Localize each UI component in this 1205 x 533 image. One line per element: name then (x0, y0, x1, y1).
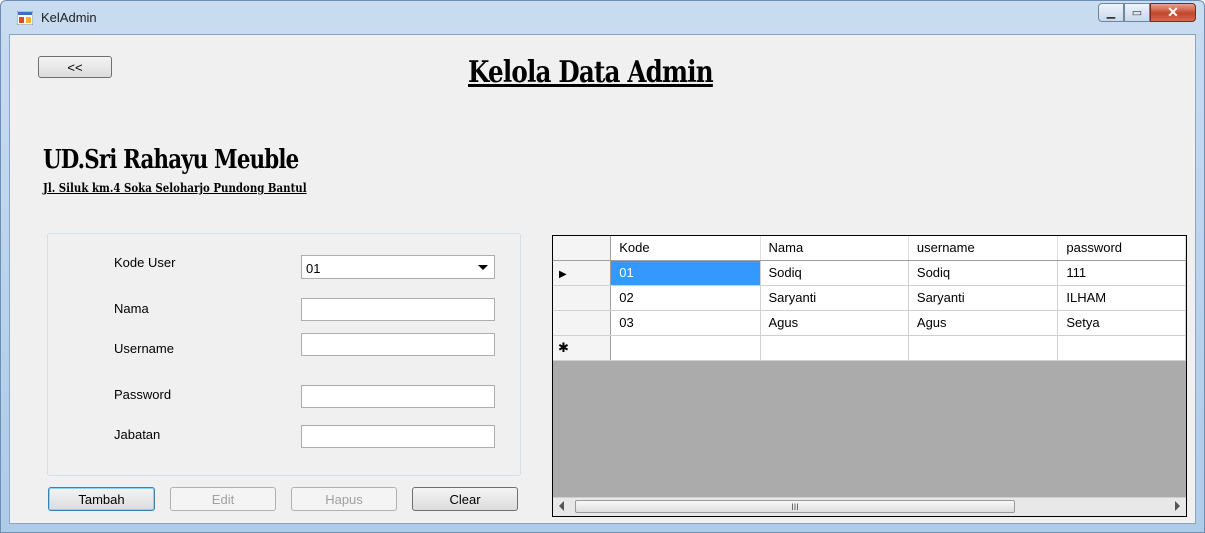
tambah-button[interactable]: Tambah (48, 487, 155, 511)
new-row-marker: ✱ (558, 339, 569, 355)
username-label: Username (114, 341, 174, 356)
nama-label: Nama (114, 301, 149, 316)
column-header-nama[interactable]: Nama (760, 236, 909, 261)
form-client-area: << Kelola Data Admin UD.Sri Rahayu Meubl… (9, 34, 1196, 524)
table-cell[interactable]: Agus (908, 310, 1059, 336)
maximize-button[interactable]: ▭ (1124, 3, 1150, 22)
minimize-button[interactable]: ▁ (1098, 3, 1124, 22)
nama-input[interactable] (301, 298, 495, 321)
table-cell[interactable] (610, 335, 761, 361)
app-window: KelAdmin ▁ ▭ ✕ << Kelola Data Admin UD.S… (0, 0, 1205, 533)
row-header[interactable] (553, 310, 612, 336)
minimize-icon: ▁ (1106, 7, 1116, 19)
hapus-button[interactable]: Hapus (291, 487, 397, 511)
grid-table: Kode Nama username password ▶ 01 Sodiq S… (553, 236, 1186, 361)
company-address: Jl. Siluk km.4 Soka Seloharjo Pundong Ba… (43, 181, 307, 195)
jabatan-input[interactable] (301, 425, 495, 448)
grid-header-row: Kode Nama username password (553, 236, 1186, 261)
new-row-asterisk-icon[interactable]: ✱ (553, 335, 612, 361)
jabatan-label: Jabatan (114, 427, 161, 442)
current-row-indicator-icon[interactable]: ▶ (553, 260, 612, 286)
table-row[interactable]: 02 Saryanti Saryanti ILHAM (553, 285, 1186, 311)
edit-button[interactable]: Edit (170, 487, 276, 511)
table-cell[interactable]: ILHAM (1057, 285, 1186, 311)
chevron-down-icon[interactable] (478, 265, 488, 270)
close-button[interactable]: ✕ (1150, 3, 1196, 22)
close-icon: ✕ (1167, 4, 1179, 20)
new-row[interactable]: ✱ (553, 335, 1186, 361)
table-cell[interactable] (760, 335, 909, 361)
column-header-password[interactable]: password (1057, 236, 1186, 261)
table-cell[interactable]: 111 (1057, 260, 1186, 286)
horizontal-scrollbar[interactable]: III (553, 497, 1186, 516)
column-header-username[interactable]: username (908, 236, 1059, 261)
table-cell[interactable]: 01 (610, 260, 761, 286)
table-cell[interactable] (1057, 335, 1186, 361)
password-label: Password (114, 387, 172, 402)
table-cell[interactable]: 02 (610, 285, 761, 311)
title-bar: KelAdmin ▁ ▭ ✕ (1, 1, 1204, 35)
table-cell[interactable]: Sodiq (760, 260, 909, 286)
kode-user-value: 01 (306, 261, 321, 276)
table-cell[interactable]: Agus (760, 310, 909, 336)
row-header[interactable] (553, 285, 612, 311)
column-header-kode[interactable]: Kode (610, 236, 761, 261)
table-cell[interactable] (908, 335, 1059, 361)
table-cell[interactable]: Saryanti (908, 285, 1059, 311)
scroll-grip-icon: III (791, 501, 799, 512)
page-title: Kelola Data Admin (468, 55, 714, 90)
clear-button[interactable]: Clear (412, 487, 518, 511)
table-cell[interactable]: Sodiq (908, 260, 1059, 286)
row-marker: ▶ (559, 269, 567, 280)
maximize-icon: ▭ (1131, 7, 1143, 19)
password-input[interactable] (301, 385, 495, 408)
scroll-right-icon[interactable] (1175, 501, 1180, 511)
admin-data-grid[interactable]: Kode Nama username password ▶ 01 Sodiq S… (552, 235, 1187, 517)
window-title: KelAdmin (41, 10, 97, 25)
scroll-thumb[interactable]: III (575, 500, 1015, 513)
table-cell[interactable]: Setya (1057, 310, 1186, 336)
username-input[interactable] (301, 333, 495, 356)
back-button[interactable]: << (38, 56, 112, 78)
table-cell[interactable]: 03 (610, 310, 761, 336)
scroll-left-icon[interactable] (559, 501, 564, 511)
table-row[interactable]: 03 Agus Agus Setya (553, 310, 1186, 336)
window-controls: ▁ ▭ ✕ (1098, 3, 1196, 22)
kode-user-select[interactable]: 01 (301, 255, 495, 279)
company-name: UD.Sri Rahayu Meuble (43, 145, 299, 175)
table-row[interactable]: ▶ 01 Sodiq Sodiq 111 (553, 260, 1186, 286)
app-icon (17, 11, 33, 25)
kode-user-label: Kode User (114, 255, 176, 270)
grid-corner-header[interactable] (553, 236, 612, 261)
table-cell[interactable]: Saryanti (760, 285, 909, 311)
